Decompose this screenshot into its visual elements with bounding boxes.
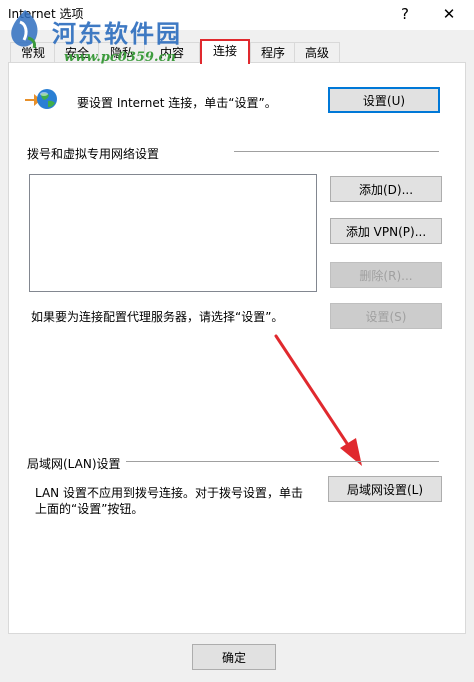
setup-description: 要设置 Internet 连接，单击“设置”。 bbox=[77, 96, 277, 110]
lan-heading: 局域网(LAN)设置 bbox=[27, 457, 121, 471]
close-button[interactable]: ✕ bbox=[436, 2, 462, 26]
setup-button[interactable]: 设置(U) bbox=[328, 87, 440, 113]
annotation-arrow bbox=[270, 330, 380, 470]
dialup-divider bbox=[234, 151, 439, 152]
lan-settings-button[interactable]: 局域网设置(L) bbox=[328, 476, 442, 502]
lan-description-line1: LAN 设置不应用到拨号连接。对于拨号设置，单击 bbox=[35, 486, 303, 500]
dialup-heading: 拨号和虚拟专用网络设置 bbox=[27, 147, 160, 161]
connection-list[interactable] bbox=[29, 174, 317, 292]
lan-divider bbox=[126, 461, 439, 462]
remove-button[interactable]: 删除(R)... bbox=[330, 262, 442, 288]
help-button[interactable]: ? bbox=[392, 2, 418, 26]
ok-button[interactable]: 确定 bbox=[192, 644, 276, 670]
add-button[interactable]: 添加(D)... bbox=[330, 176, 442, 202]
globe-network-icon bbox=[24, 86, 58, 112]
add-vpn-button[interactable]: 添加 VPN(P)... bbox=[330, 218, 442, 244]
tab-programs[interactable]: 程序 bbox=[250, 42, 296, 63]
tab-advanced[interactable]: 高级 bbox=[294, 42, 340, 63]
lan-description-line2: 上面的“设置”按钮。 bbox=[35, 502, 144, 516]
watermark-name: 河东软件园 bbox=[52, 19, 182, 48]
tab-connections[interactable]: 连接 bbox=[200, 39, 250, 64]
watermark-logo-icon bbox=[6, 8, 44, 50]
watermark-url: www.pc0359.cn bbox=[64, 50, 176, 65]
dialup-settings-button[interactable]: 设置(S) bbox=[330, 303, 442, 329]
proxy-description: 如果要为连接配置代理服务器，请选择“设置”。 bbox=[31, 310, 284, 324]
